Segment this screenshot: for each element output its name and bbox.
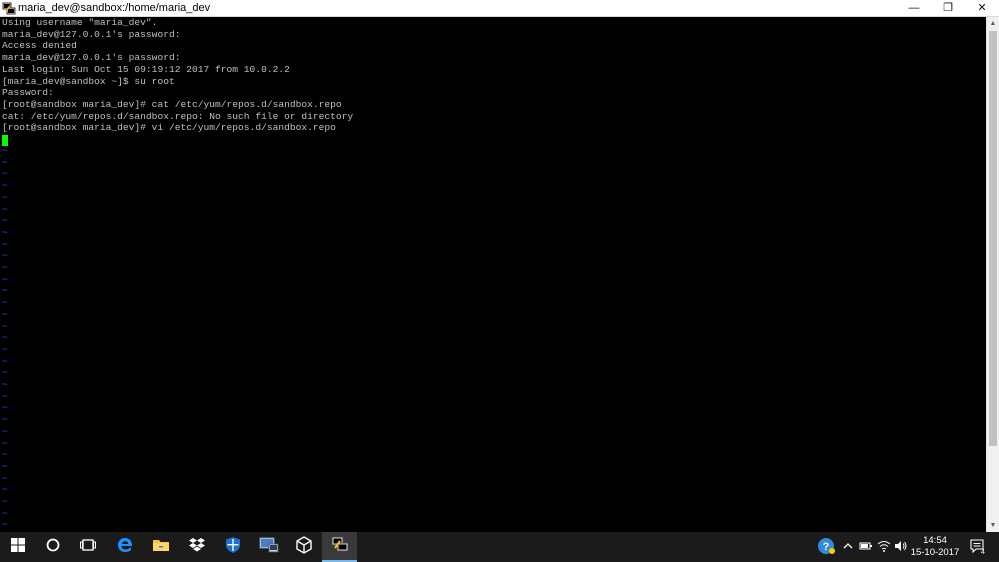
terminal-line: Password:	[2, 87, 54, 99]
show-hidden-icons-button[interactable]	[840, 532, 856, 562]
network-tray-button[interactable]	[876, 532, 892, 562]
terminal-line: [root@sandbox maria_dev]# cat /etc/yum/r…	[2, 98, 342, 110]
windows-start-icon	[10, 537, 25, 557]
vi-tilde-line: ~	[2, 215, 8, 227]
vi-tilde-line: ~	[2, 507, 8, 519]
restore-button[interactable]: ❐	[931, 0, 965, 16]
terminal-line: maria_dev@127.0.0.1's password:	[2, 28, 181, 40]
vi-tilde-line: ~	[2, 308, 8, 320]
action-center-button[interactable]	[966, 532, 988, 562]
folder-icon	[152, 537, 170, 558]
vi-tilde-line: ~	[2, 168, 8, 180]
start-button[interactable]	[0, 532, 35, 562]
vi-tilde-line: ~	[2, 496, 8, 507]
volume-tray-button[interactable]	[893, 532, 909, 562]
vi-tilde-line: ~	[2, 180, 8, 192]
vi-tilde-line: ~	[2, 273, 8, 285]
clock-time: 14:54	[923, 535, 947, 546]
terminal-line: [root@sandbox maria_dev]# vi /etc/yum/re…	[2, 122, 336, 134]
vi-tilde-line: ~	[2, 320, 8, 332]
vi-tilde-line: ~	[2, 238, 8, 250]
security-button[interactable]	[215, 532, 250, 562]
vi-tilde-line: ~	[2, 402, 8, 414]
vi-tilde-line: ~	[2, 484, 8, 496]
vi-tilde-line: ~	[2, 332, 8, 344]
virtualbox-icon	[295, 535, 313, 559]
task-view-icon	[79, 538, 96, 557]
vi-tilde-line: ~	[2, 519, 8, 531]
clock-date: 15-10-2017	[910, 547, 960, 558]
remote-desktop-button[interactable]	[251, 532, 286, 562]
vi-tilde-line: ~	[2, 355, 8, 367]
wifi-icon	[877, 540, 891, 555]
file-explorer-button[interactable]	[143, 532, 178, 562]
terminal-line: maria_dev@127.0.0.1's password:	[2, 52, 181, 64]
vi-tilde-line: ~	[2, 379, 8, 390]
terminal-line: Last login: Sun Oct 15 09:19:12 2017 fro…	[2, 63, 290, 75]
remote-desktop-icon	[259, 536, 279, 559]
window-title: maria_dev@sandbox:/home/maria_dev	[18, 2, 211, 14]
dropbox-button[interactable]	[179, 532, 214, 562]
vi-tilde-line: ~	[2, 437, 8, 449]
dropbox-icon	[188, 537, 206, 558]
notification-count-badge: 4	[981, 549, 985, 556]
scroll-up-arrow-icon[interactable]: ▲	[987, 17, 999, 30]
scroll-thumb[interactable]	[989, 31, 997, 446]
cortana-circle-icon	[46, 538, 60, 557]
vi-tilde-line: ~	[2, 449, 8, 461]
cortana-button[interactable]	[35, 532, 70, 562]
vi-tilde-line: ~	[2, 285, 8, 297]
putty-taskbar-button[interactable]	[322, 532, 357, 562]
minimize-button[interactable]: —	[897, 0, 931, 16]
volume-icon	[894, 540, 908, 555]
vi-tilde-line: ~	[2, 367, 8, 379]
vi-tilde-line: ~	[2, 297, 8, 309]
window-title-bar[interactable]: maria_dev@sandbox:/home/maria_dev — ❐ ✕	[0, 0, 999, 17]
vi-tilde-line: ~	[2, 226, 8, 238]
vi-tilde-line: ~	[2, 203, 8, 215]
putty-icon	[2, 1, 16, 15]
terminal-output[interactable]: Using username "maria_dev". maria_dev@12…	[0, 17, 986, 532]
terminal-line: [maria_dev@sandbox ~]$ su root	[2, 75, 175, 87]
vi-tilde-line: ~	[2, 390, 8, 402]
terminal-line: Access denied	[2, 40, 77, 52]
edge-button[interactable]	[107, 532, 142, 562]
vi-tilde-line: ~	[2, 472, 8, 484]
shield-icon	[224, 536, 242, 559]
edge-browser-icon	[116, 536, 134, 559]
close-button[interactable]: ✕	[965, 0, 999, 16]
vi-tilde-line: ~	[2, 414, 8, 426]
vi-tilde-line: ~	[2, 250, 8, 262]
svg-text:?: ?	[823, 541, 830, 553]
task-view-button[interactable]	[70, 532, 105, 562]
putty-icon	[330, 535, 350, 558]
help-tray-button[interactable]: ?	[815, 532, 837, 562]
virtualbox-button[interactable]	[286, 532, 321, 562]
vi-tilde-line: ~	[2, 343, 8, 355]
vi-tilde-line: ~	[2, 145, 8, 156]
taskbar-clock[interactable]: 14:54 15-10-2017	[909, 535, 961, 559]
vi-tilde-line: ~	[2, 262, 8, 273]
vi-tilde-line: ~	[2, 460, 8, 472]
chevron-up-icon	[843, 542, 853, 553]
battery-tray-button[interactable]	[858, 532, 874, 562]
help-icon: ?	[817, 537, 835, 558]
battery-icon	[859, 541, 873, 554]
terminal-line: Using username "maria_dev".	[2, 17, 158, 28]
terminal-line: cat: /etc/yum/repos.d/sandbox.repo: No s…	[2, 110, 354, 122]
vi-tilde-line: ~	[2, 425, 8, 437]
vi-tilde-line: ~	[2, 156, 8, 168]
vi-tilde-line: ~	[2, 191, 8, 203]
vertical-scrollbar[interactable]: ▲ ▼	[986, 17, 999, 532]
taskbar: ? 14:54 15-10-2017	[0, 532, 999, 562]
scroll-down-arrow-icon[interactable]: ▼	[987, 519, 999, 532]
